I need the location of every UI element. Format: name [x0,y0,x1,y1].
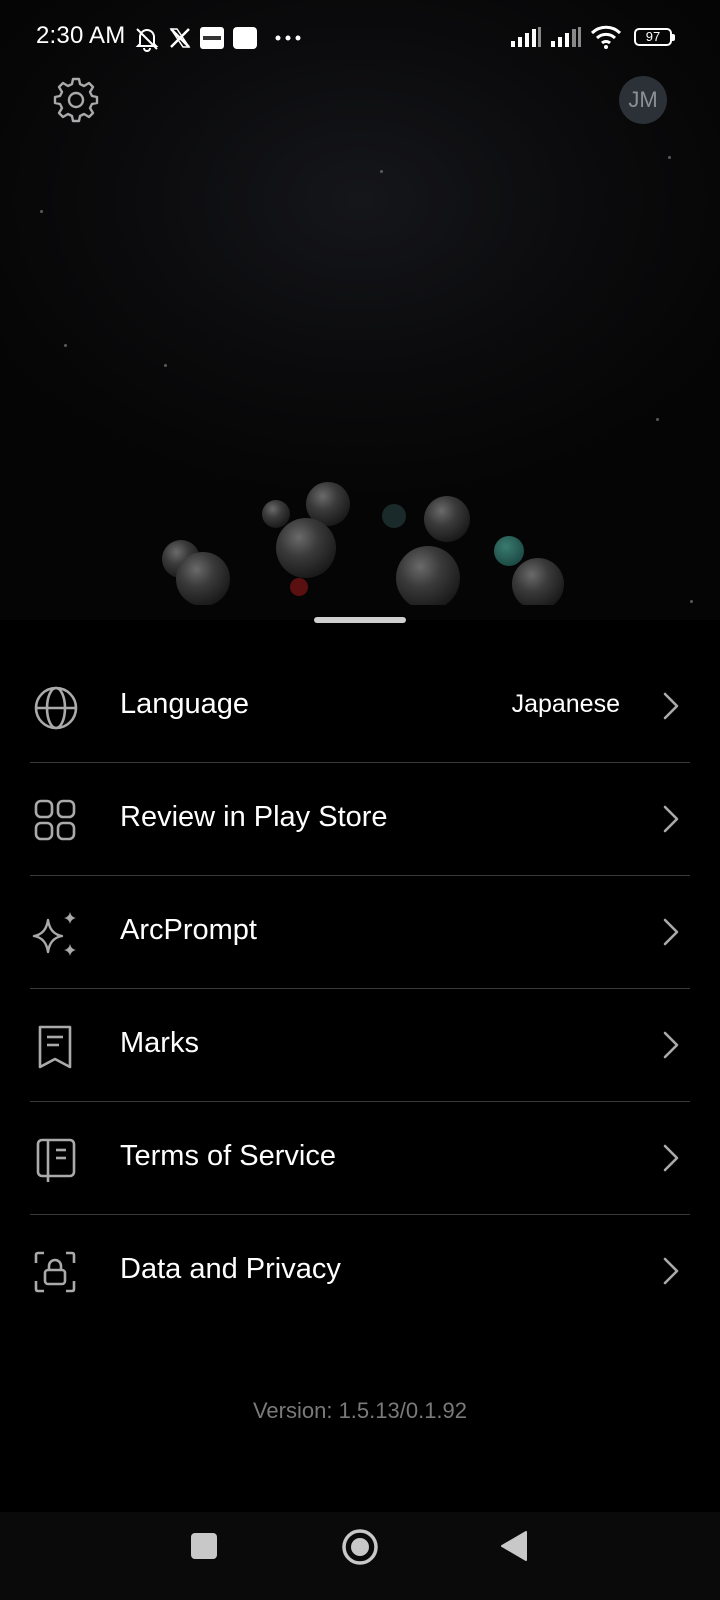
youtube-bubble [290,578,308,596]
star [64,344,67,347]
menu-item-privacy[interactable]: Data and Privacy [30,1215,690,1327]
signal-icon [510,26,542,53]
lock-icon [34,1251,76,1293]
x-logo-icon [168,26,192,55]
more-dots-icon [274,30,302,48]
globe-icon [34,686,78,730]
home-circle-icon[interactable] [341,1528,379,1566]
bubble [494,536,524,566]
menu-item-label: Data and Privacy [120,1253,341,1285]
bubble [276,518,336,578]
star [164,364,167,367]
menu-item-terms[interactable]: Terms of Service [30,1102,690,1215]
menu-item-label: Terms of Service [120,1140,336,1172]
menu-item-language[interactable]: Language Japanese [30,650,690,763]
star [380,170,383,173]
bybit-icon [200,27,224,54]
signal-icon [550,26,582,53]
notifications-off-icon [134,26,160,57]
status-time: 2:30 AM [36,22,126,49]
version-label: Version: 1.5.13/0.1.92 [252,1398,468,1423]
book-icon [36,1138,76,1182]
menu-item-arcprompt[interactable]: ArcPrompt [30,876,690,989]
bubble [512,558,564,605]
settings-menu: Language Japanese Review in Play Store A… [30,650,690,1327]
chevron-right-icon [663,692,679,720]
recents-square-icon[interactable] [190,1532,218,1560]
bubble [262,500,290,528]
grid-icon [34,799,76,841]
chevron-right-icon [663,1257,679,1285]
bookmark-icon [38,1025,72,1069]
chevron-right-icon [663,805,679,833]
star [656,418,659,421]
bubble [382,504,406,528]
screen: 2:30 AM 97 JM Language Japanese Review i… [0,0,720,1600]
menu-item-label: Marks [120,1027,199,1059]
sparkles-icon [32,912,76,956]
status-bar: 2:30 AM 97 [0,0,720,78]
avatar[interactable]: JM [619,76,667,124]
wifi-icon [590,24,622,55]
bubble-cluster [0,460,720,605]
star [668,156,671,159]
navigation-bar [0,1512,720,1600]
menu-item-label: ArcPrompt [120,914,257,946]
menu-item-label: Language [120,688,250,720]
chevron-right-icon [663,1031,679,1059]
bubble [396,546,460,605]
battery-icon: 97 [634,28,675,46]
bubble [424,496,470,542]
back-triangle-icon[interactable] [500,1530,528,1562]
bubble [176,552,230,605]
language-value: Japanese [511,690,620,718]
star [40,210,43,213]
chevron-right-icon [663,918,679,946]
chevron-right-icon [663,1144,679,1172]
settings-button[interactable] [52,76,100,124]
sheet-handle[interactable] [314,617,406,623]
app-square-icon [233,27,257,54]
menu-item-label: Review in Play Store [120,801,388,833]
menu-item-marks[interactable]: Marks [30,989,690,1102]
gear-icon [53,77,99,123]
menu-item-review[interactable]: Review in Play Store [30,763,690,876]
